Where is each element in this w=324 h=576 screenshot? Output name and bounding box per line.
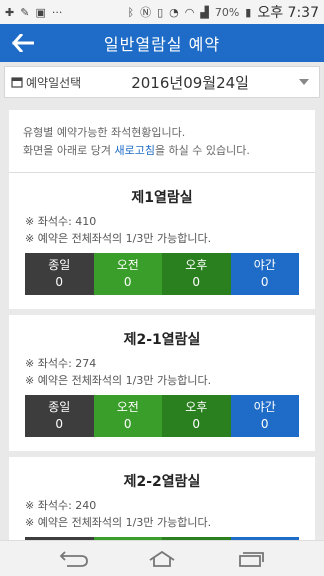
vibrate-icon: ▯: [157, 5, 164, 19]
home-icon: [149, 550, 175, 567]
refresh-link[interactable]: 새로고침: [114, 144, 154, 157]
slot-label: 종일: [48, 400, 71, 414]
seat-count: ※ 좌석수: 410: [25, 215, 97, 228]
slot-label: 종일: [48, 258, 71, 272]
slot-count: 0: [123, 417, 132, 431]
slot-label: 오전: [116, 258, 139, 272]
slot-group: 종일 0 오전 0 오후 0 야간 0: [25, 253, 299, 295]
room-list[interactable]: 유형별 예약가능한 좌석현황입니다. 화면을 아래로 당겨 새로고침을 하실 수…: [9, 110, 315, 540]
image-icon: ▣: [35, 5, 46, 19]
slot-label: 오후: [185, 400, 208, 414]
app-bar: 일반열람실 예약: [0, 24, 324, 62]
slot-label: 야간: [253, 400, 276, 414]
notice-line-2: 화면을 아래로 당겨 새로고침을 하실 수 있습니다.: [23, 142, 303, 160]
slot-label: 야간: [253, 258, 276, 272]
reservation-rule: ※ 예약은 전체좌석의 1/3만 가능합니다.: [25, 232, 212, 245]
system-nav-bar: [0, 540, 324, 576]
status-bar: ✚ ✎ ▣ ··· ᛒ Ⓝ ▯ ◔ ◠ ▟ 70% ▮ 오후 7:37: [0, 0, 324, 24]
notice-line-1: 유형별 예약가능한 좌석현황입니다.: [23, 126, 186, 139]
back-button[interactable]: [10, 30, 36, 56]
battery-icon: ▮: [245, 5, 252, 19]
date-label: 예약일선택: [11, 74, 81, 91]
slot-morning-button[interactable]: 오전 0: [93, 253, 162, 295]
room-name: 제2-2열람실: [123, 474, 201, 490]
more-icon: ···: [51, 5, 63, 19]
slot-label: 오전: [116, 400, 139, 414]
chevron-down-icon: [299, 79, 309, 85]
room-name: 제2-1열람실: [123, 332, 201, 348]
reservation-rule: ※ 예약은 전체좌석의 1/3만 가능합니다.: [25, 516, 212, 529]
date-label-text: 예약일선택: [26, 75, 82, 90]
slot-count: 0: [192, 417, 201, 431]
slot-night-button[interactable]: 야간 0: [230, 253, 299, 295]
slot-allday-button[interactable]: 종일 0: [25, 253, 94, 295]
back-arrow-icon: [12, 34, 34, 52]
nfc-icon: Ⓝ: [140, 5, 152, 19]
seat-count: ※ 좌석수: 274: [25, 357, 97, 370]
date-value: 2016년09월24일: [131, 73, 249, 92]
room-card: 제2-1열람실 ※ 좌석수: 274 ※ 예약은 전체좌석의 1/3만 가능합니…: [9, 315, 315, 457]
slot-label: 오후: [185, 258, 208, 272]
wifi-icon: ◠: [184, 5, 195, 19]
slot-count: 0: [55, 275, 64, 289]
slot-night-button[interactable]: 야간 0: [230, 395, 299, 437]
slot-afternoon-button[interactable]: 오후 0: [162, 395, 231, 437]
slot-morning-button[interactable]: 오전 0: [93, 395, 162, 437]
bluetooth-icon: ᛒ: [127, 5, 135, 19]
room-name: 제1열람실: [131, 190, 193, 206]
nav-recent-button[interactable]: [230, 545, 270, 573]
back-icon: [59, 550, 88, 567]
status-icons-left: ✚ ✎ ▣ ···: [5, 7, 62, 18]
nav-home-button[interactable]: [142, 545, 182, 573]
slot-group: 종일 0 오전 0 오후 0 야간 0: [25, 395, 299, 437]
calendar-icon: [11, 77, 23, 88]
notice: 유형별 예약가능한 좌석현황입니다. 화면을 아래로 당겨 새로고침을 하실 수…: [9, 110, 315, 173]
recent-apps-icon: [239, 551, 264, 567]
slot-count: 0: [123, 275, 132, 289]
slot-count: 0: [55, 417, 64, 431]
slot-allday-button[interactable]: 종일 0: [25, 395, 94, 437]
room-card: 제1열람실 ※ 좌석수: 410 ※ 예약은 전체좌석의 1/3만 가능합니다.…: [9, 173, 315, 315]
reservation-rule: ※ 예약은 전체좌석의 1/3만 가능합니다.: [25, 374, 212, 387]
room-card: 제2-2열람실 ※ 좌석수: 240 ※ 예약은 전체좌석의 1/3만 가능합니…: [9, 457, 315, 540]
alarm-icon: ◔: [169, 5, 179, 19]
notice-text: 을 하실 수 있습니다.: [154, 144, 250, 157]
slot-count: 0: [260, 275, 269, 289]
slot-count: 0: [192, 275, 201, 289]
clock: 오후 7:37: [257, 5, 319, 21]
notice-text: 화면을 아래로 당겨: [23, 144, 115, 157]
pencil-icon: ✎: [20, 5, 30, 19]
seat-count: ※ 좌석수: 240: [25, 499, 97, 512]
date-selector[interactable]: 예약일선택 2016년09월24일: [4, 66, 320, 98]
signal-icon: ▟: [200, 5, 209, 19]
nav-back-button[interactable]: [54, 545, 94, 573]
battery-percent: 70%: [214, 5, 240, 19]
slot-count: 0: [260, 417, 269, 431]
page-title: 일반열람실 예약: [103, 35, 221, 54]
add-icon: ✚: [5, 5, 15, 19]
status-icons-right: ᛒ Ⓝ ▯ ◔ ◠ ▟ 70% ▮ 오후 7:37: [127, 2, 319, 22]
slot-afternoon-button[interactable]: 오후 0: [162, 253, 231, 295]
